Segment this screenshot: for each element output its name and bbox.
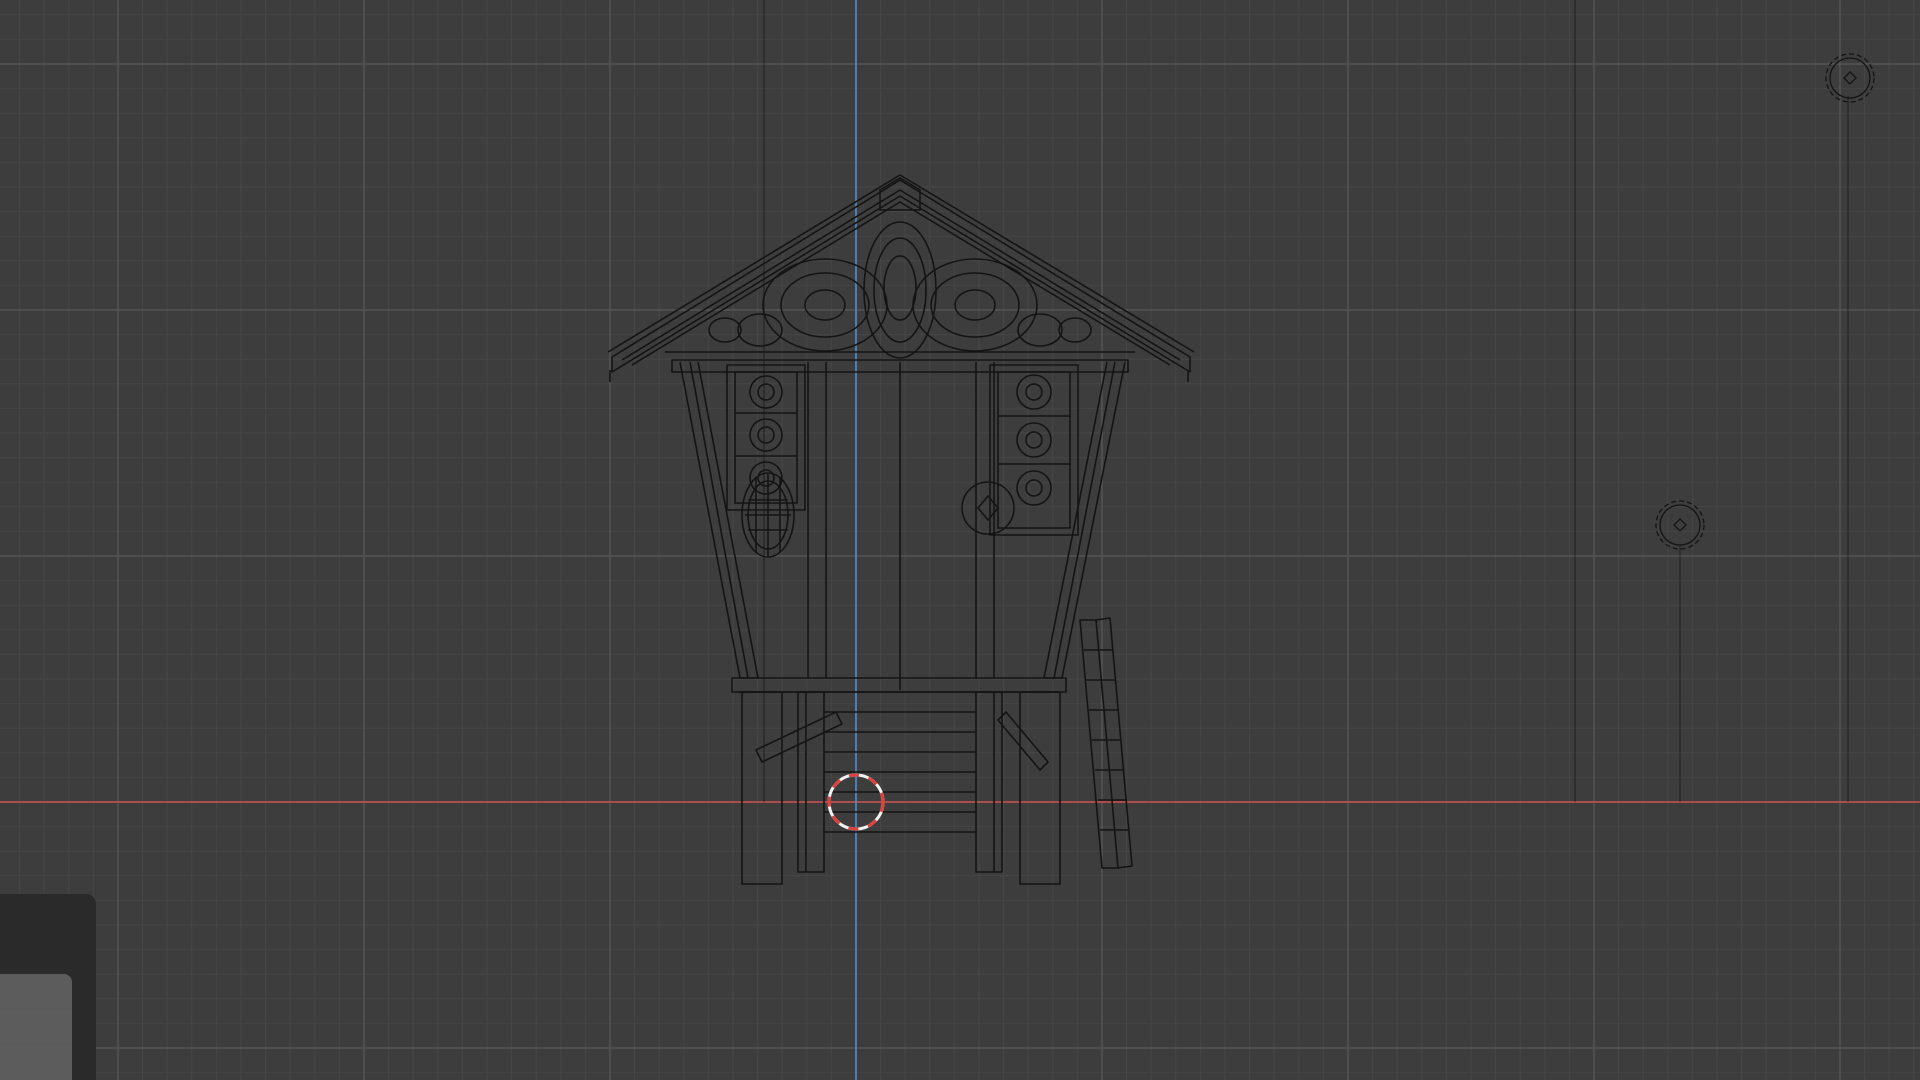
viewport-canvas[interactable] bbox=[0, 0, 1920, 1080]
tool-button-divider bbox=[0, 1044, 72, 1045]
tool-panel bbox=[0, 894, 96, 1080]
tool-button[interactable] bbox=[0, 974, 72, 1080]
3d-viewport[interactable] bbox=[0, 0, 1920, 1080]
tool-button-divider bbox=[0, 1008, 72, 1009]
